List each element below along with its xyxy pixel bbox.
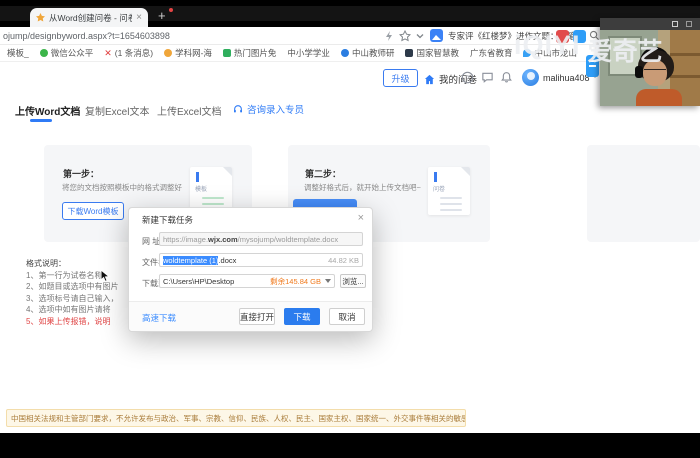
chevron-down-icon[interactable] <box>414 30 426 42</box>
bookmark-item[interactable]: 热门图片免 <box>223 47 277 59</box>
person-shirt <box>636 89 682 106</box>
save-path: C:\Users\HP\Desktop <box>163 277 234 286</box>
bookmark-item[interactable]: 国家智慧教 <box>405 47 459 59</box>
free-space: 剩余145.84 GB <box>270 276 321 287</box>
upgrade-button[interactable]: 升级 <box>383 69 418 87</box>
file-size: 44.82 KB <box>328 256 359 265</box>
drop-icon <box>523 49 531 57</box>
extension-icon-red[interactable] <box>556 30 569 43</box>
webcam-titlebar[interactable] <box>600 18 700 30</box>
bookmark-item[interactable]: ✕(1 条消息) <box>104 47 153 59</box>
download-word-template-button[interactable]: 下载Word模板 <box>62 202 124 220</box>
mouse-cursor <box>100 269 112 283</box>
format-note-line: 2、如题目或选项中有图片 <box>26 281 128 293</box>
tab-upload-word[interactable]: 上传Word文档 <box>15 103 80 118</box>
webcam-window[interactable] <box>600 18 700 106</box>
webcam-video <box>600 30 700 106</box>
bell-icon[interactable] <box>500 71 513 84</box>
lightning-icon[interactable] <box>383 30 395 42</box>
format-note-line: 1、第一行为试卷名称。 <box>26 270 128 282</box>
glasses-icon <box>644 69 666 74</box>
bookmark-item[interactable]: 中山教师研 <box>341 47 395 59</box>
x-badge-icon: ✕ <box>104 49 112 58</box>
side-panel-badge-icon[interactable] <box>586 55 599 77</box>
bottom-letterbox <box>0 433 700 458</box>
filename-input[interactable]: woldtemplate (1) .docx 44.82 KB <box>159 253 363 267</box>
policy-warning-bar: 中国相关法规和主管部门要求，不允许发布与政治、军事、宗教、信仰、民族、人权、民主… <box>6 409 466 427</box>
extension-icon-blue[interactable] <box>573 30 586 43</box>
download-dialog: 新建下载任务 × 网 址： https://image.wjx.com/myso… <box>128 207 373 332</box>
step1-title: 第一步： <box>63 167 99 180</box>
format-note-line: 4、选项中如有图片请将 <box>26 304 128 316</box>
wechat-icon <box>40 49 48 57</box>
blue-site-icon <box>341 49 349 57</box>
filename-selected-text: woldtemplate (1) <box>163 256 218 265</box>
survey-doc-icon: 问卷 <box>428 167 470 215</box>
speed-download-link[interactable]: 高速下载 <box>142 312 176 324</box>
step1-desc: 将您的文档按照模板中的格式调整好 <box>62 182 182 193</box>
download-button[interactable]: 下载 <box>284 308 320 325</box>
webcam-restore-icon[interactable] <box>672 21 678 27</box>
dialog-close-icon[interactable]: × <box>358 212 364 224</box>
step2-title: 第二步： <box>305 167 341 180</box>
consult-link[interactable]: 咨询录入专员 <box>233 102 304 116</box>
bookmark-item[interactable]: 中山市龙山 <box>523 47 577 59</box>
tab-title: 从Word创建问卷 - 问卷星 <box>49 12 132 24</box>
home-icon <box>424 74 435 85</box>
new-tab-button[interactable]: + <box>158 8 166 23</box>
filename-extension: .docx <box>218 256 236 265</box>
bookmark-item[interactable]: 微信公众平 <box>40 47 94 59</box>
policy-warning-text: 中国相关法规和主管部门要求，不允许发布与政治、军事、宗教、信仰、民族、人权、民主… <box>7 413 466 424</box>
format-note-line: 3、选项标号请自己输入， <box>26 293 128 305</box>
open-directly-button[interactable]: 直接打开 <box>239 308 275 325</box>
tab-copy-excel[interactable]: 复制Excel文本 <box>85 103 149 118</box>
trophy-icon <box>164 49 172 57</box>
format-note-line-warning: 5、如果上传报错，说明 <box>26 316 128 328</box>
save-path-combobox[interactable]: C:\Users\HP\Desktop 剩余145.84 GB <box>159 274 335 288</box>
news-image-icon <box>430 29 443 42</box>
search-icon[interactable] <box>589 30 600 41</box>
format-notes-title: 格式说明： <box>26 258 128 270</box>
active-tab-underline <box>30 119 52 122</box>
tab-close-icon[interactable]: × <box>136 13 142 23</box>
tab-upload-excel[interactable]: 上传Excel文档 <box>157 103 221 118</box>
headset-icon <box>233 104 243 114</box>
dialog-footer: 高速下载 直接打开 下载 取消 <box>129 301 372 331</box>
browse-button[interactable]: 浏览... <box>340 274 366 288</box>
browser-tab[interactable]: 从Word创建问卷 - 问卷星 × <box>30 8 148 27</box>
webcam-close-icon[interactable] <box>686 21 692 27</box>
avatar[interactable] <box>522 69 539 86</box>
favicon-star-icon <box>36 13 45 22</box>
path-dropdown-caret-icon[interactable] <box>325 279 331 283</box>
gov-site-icon <box>405 49 413 57</box>
username[interactable]: malihua408 <box>543 73 590 83</box>
photo-site-icon <box>223 49 231 57</box>
top-letterbox <box>0 0 700 6</box>
bookmark-item[interactable]: 广东省教育 <box>470 47 513 59</box>
step3-card-clipped <box>587 145 700 242</box>
bookmark-item[interactable]: 中小学学业 <box>287 47 330 59</box>
message-icon[interactable] <box>481 71 494 84</box>
format-notes: 格式说明： 1、第一行为试卷名称。 2、如题目或选项中有图片 3、选项标号请自己… <box>26 258 128 327</box>
dialog-title: 新建下载任务 <box>142 214 193 226</box>
headphone-cup-left <box>635 66 643 78</box>
bookmark-item[interactable]: 模板_ <box>4 47 29 59</box>
download-url-field[interactable]: https://image.wjx.com/mysojump/woldtempl… <box>159 232 363 246</box>
help-icon[interactable]: ? <box>461 71 474 84</box>
cancel-button[interactable]: 取消 <box>329 308 365 325</box>
video-frame: 从Word创建问卷 - 问卷星 × + ojump/designbyword.a… <box>0 0 700 458</box>
step2-desc: 调整好格式后，就开始上传文档吧~ <box>304 182 421 193</box>
update-dot <box>169 8 173 12</box>
site-nav: 上传Word文档 复制Excel文本 上传Excel文档 咨询录入专员 <box>0 95 700 125</box>
bookmark-star-icon[interactable] <box>399 30 411 42</box>
url-text[interactable]: ojump/designbyword.aspx?t=1654603898 <box>3 31 170 41</box>
bookmark-item[interactable]: 学科网-海 <box>164 47 212 59</box>
svg-text:?: ? <box>465 73 469 82</box>
